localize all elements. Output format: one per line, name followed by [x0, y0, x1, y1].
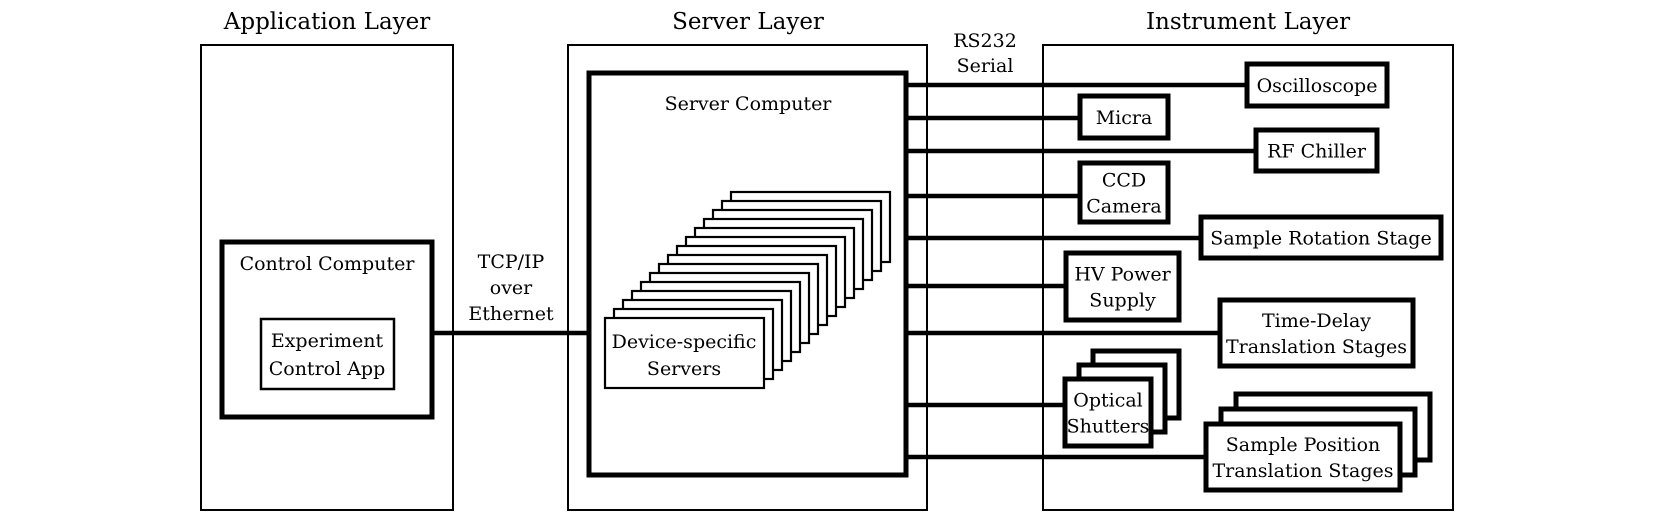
- instrument-label: Camera: [1086, 196, 1162, 218]
- instrument-label: RF Chiller: [1267, 141, 1367, 163]
- instrument-label: Oscilloscope: [1257, 75, 1378, 97]
- instrument-layer-title: Instrument Layer: [1146, 9, 1350, 35]
- tcp-ip-label: TCP/IP over Ethernet: [468, 251, 554, 325]
- control-computer-label: Control Computer: [240, 253, 416, 275]
- instrument-label: Optical: [1073, 390, 1143, 412]
- rs232-serial-label: RS232: [953, 30, 1017, 52]
- experiment-control-app-label: Experiment: [271, 330, 384, 352]
- instrument-label: Supply: [1089, 290, 1156, 312]
- device-specific-servers-label: Servers: [647, 358, 721, 380]
- tcp-ip-label-line: Ethernet: [468, 303, 554, 325]
- instrument-label: Micra: [1096, 107, 1153, 129]
- tcp-ip-label-line: over: [490, 277, 533, 299]
- instrument-label: Translation Stages: [1212, 460, 1393, 482]
- instrument-micra[interactable]: Micra: [1077, 93, 1171, 141]
- experiment-control-app-label: Control App: [269, 358, 386, 380]
- instrument-time-delay-translation-stages[interactable]: Time-Delay Translation Stages: [1217, 297, 1416, 369]
- instrument-sample-rotation-stage[interactable]: Sample Rotation Stage: [1198, 214, 1444, 261]
- instrument-label: Shutters: [1067, 416, 1150, 438]
- server-computer-label: Server Computer: [665, 93, 833, 115]
- instrument-label: Translation Stages: [1226, 336, 1407, 358]
- architecture-diagram: Application Layer Server Layer Instrumen…: [200, 9, 1454, 511]
- instrument-label: HV Power: [1074, 264, 1171, 286]
- server-layer-title: Server Layer: [672, 9, 824, 35]
- device-specific-servers-label: Device-specific: [612, 331, 757, 353]
- instrument-sample-position-translation-stages[interactable]: Sample Position Translation Stages: [1203, 391, 1433, 493]
- instrument-label: Sample Position: [1226, 434, 1381, 456]
- instrument-label: Sample Rotation Stage: [1210, 228, 1431, 250]
- instrument-hv-power-supply[interactable]: HV Power Supply: [1063, 250, 1182, 323]
- instrument-ccd-camera[interactable]: CCD Camera: [1077, 160, 1171, 225]
- instrument-rf-chiller[interactable]: RF Chiller: [1253, 127, 1380, 174]
- instrument-label: CCD: [1102, 170, 1146, 192]
- tcp-ip-label-line: TCP/IP: [478, 251, 545, 273]
- rs232-serial-label: Serial: [957, 55, 1014, 77]
- instrument-label: Time-Delay: [1262, 310, 1371, 332]
- instrument-optical-shutters[interactable]: Optical Shutters: [1062, 348, 1182, 449]
- instrument-oscilloscope[interactable]: Oscilloscope: [1244, 61, 1390, 109]
- application-layer-title: Application Layer: [223, 9, 431, 35]
